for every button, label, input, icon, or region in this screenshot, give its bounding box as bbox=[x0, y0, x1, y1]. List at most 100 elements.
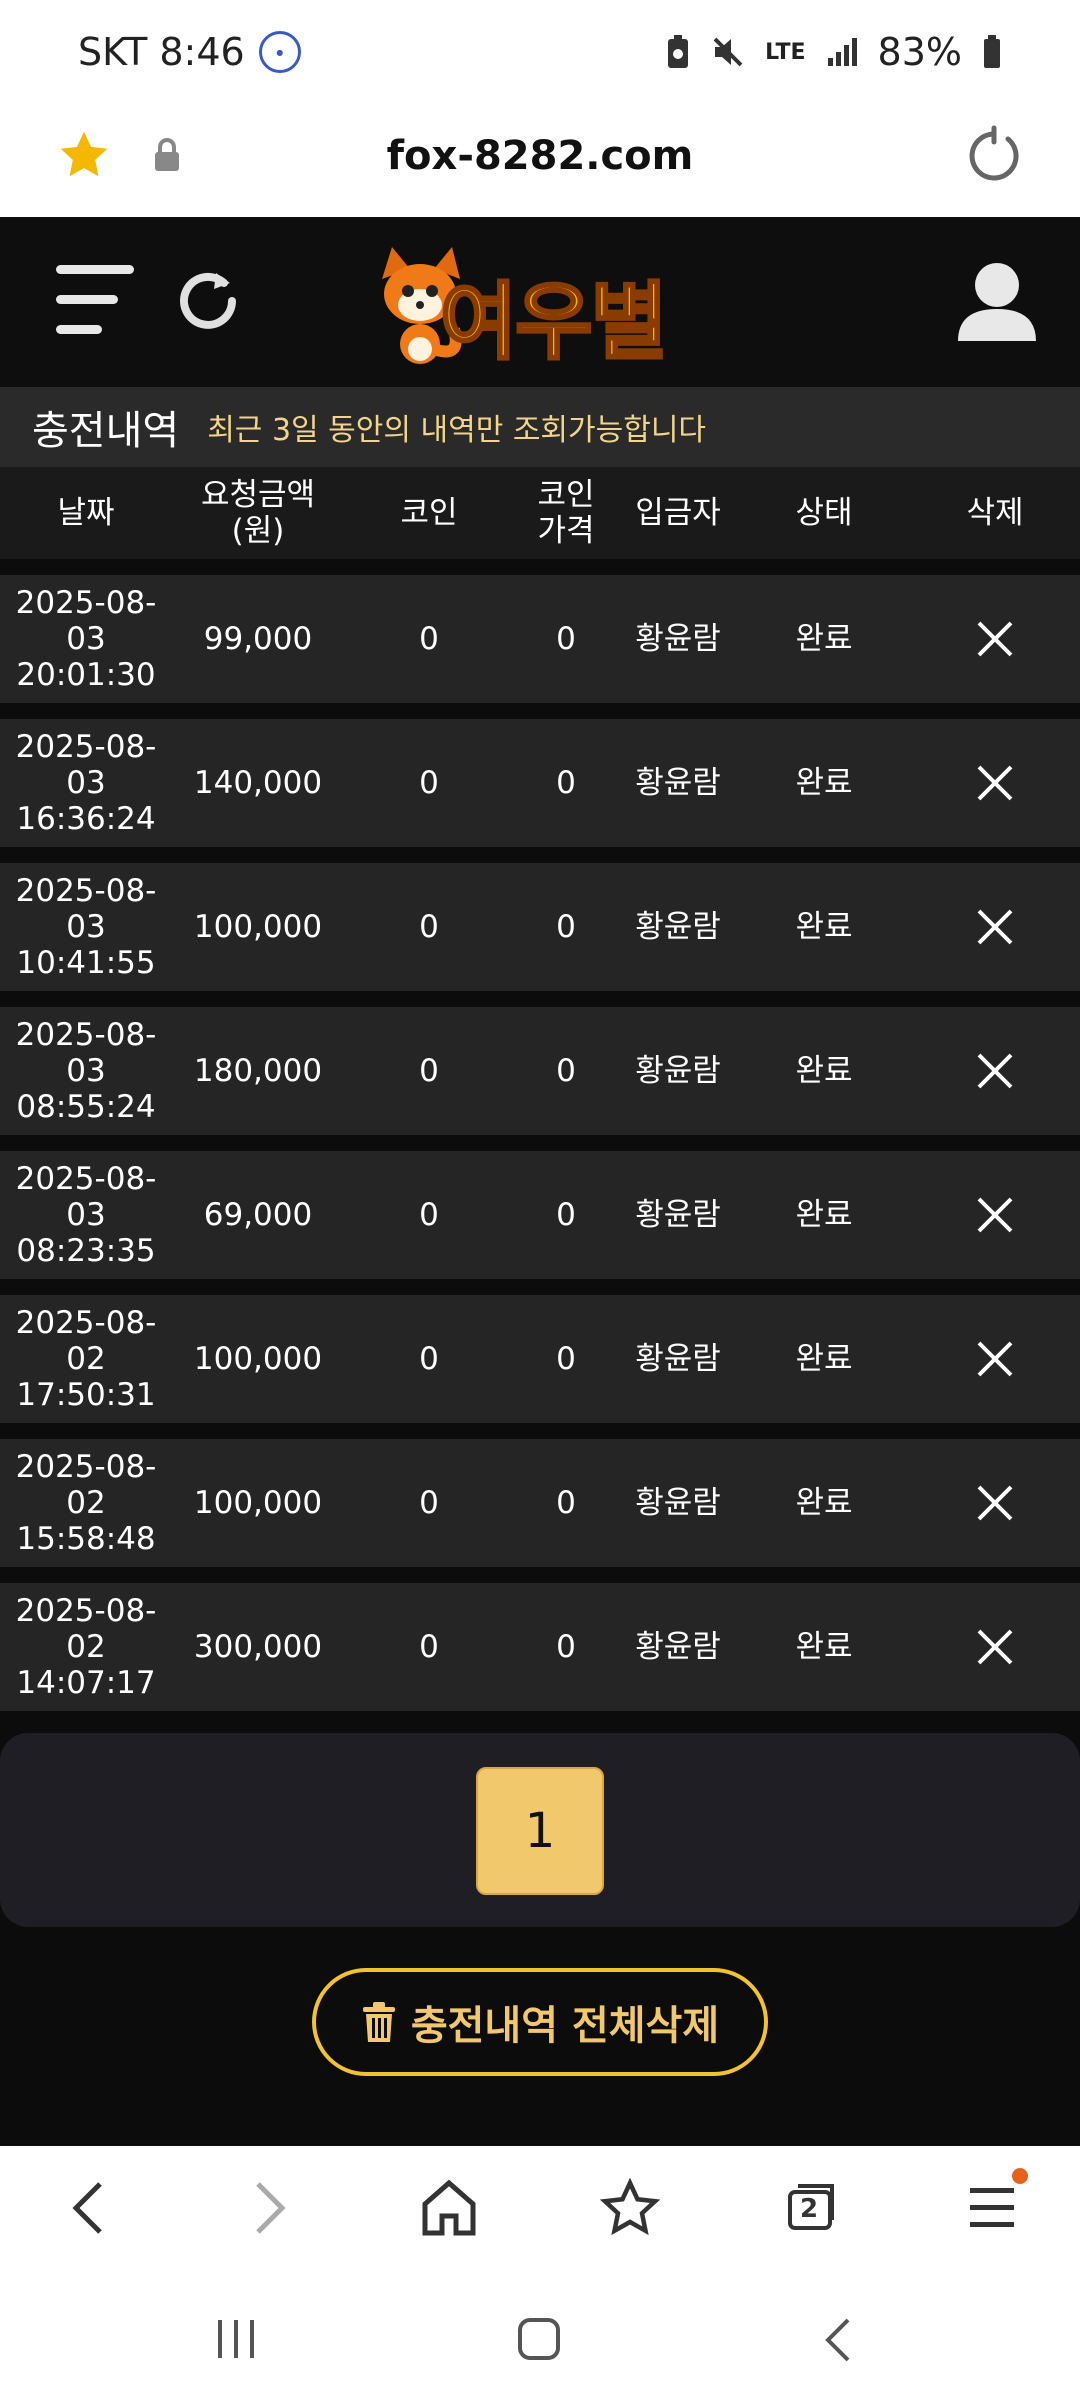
notification-dot bbox=[1012, 2168, 1028, 2184]
amount-cell: 99,000 bbox=[203, 621, 313, 657]
refresh-icon[interactable] bbox=[172, 265, 244, 337]
header-status: 상태 bbox=[795, 495, 853, 531]
amount-cell: 100,000 bbox=[193, 1341, 323, 1377]
amount-cell: 69,000 bbox=[203, 1197, 313, 1233]
section-header: 충전내역 최근 3일 동안의 내역만 조회가능합니다 bbox=[0, 387, 1080, 467]
table-row: 2025-08- 02 15:58:48 100,000 0 0 황윤람 완료 bbox=[0, 1439, 1080, 1567]
table-row: 2025-08- 03 08:23:35 69,000 0 0 황윤람 완료 bbox=[0, 1151, 1080, 1279]
date-cell: 2025-08- 02 17:50:31 bbox=[15, 1305, 157, 1413]
table-row: 2025-08- 03 08:55:24 180,000 0 0 황윤람 완료 bbox=[0, 1007, 1080, 1135]
status-bar: SKT 8:46 ● LTE 83% bbox=[0, 0, 1080, 105]
coin-price-cell: 0 bbox=[556, 1197, 576, 1233]
battery-icon bbox=[984, 35, 1000, 68]
header-amount: 요청금액 (원) bbox=[200, 477, 316, 549]
depositor-cell: 황윤람 bbox=[635, 1053, 721, 1089]
notification-badge-icon: ● bbox=[258, 31, 301, 73]
amount-cell: 100,000 bbox=[193, 1485, 323, 1521]
home-nav-icon[interactable] bbox=[516, 2316, 562, 2362]
coin-cell: 0 bbox=[419, 621, 439, 657]
table-row: 2025-08- 02 14:07:17 300,000 0 0 황윤람 완료 bbox=[0, 1583, 1080, 1711]
page-title: 충전내역 bbox=[32, 408, 180, 454]
reload-icon[interactable] bbox=[964, 125, 1024, 185]
header-coin-price: 코인 가격 bbox=[537, 477, 595, 549]
status-cell: 완료 bbox=[795, 621, 853, 657]
header-date: 날짜 bbox=[57, 495, 115, 531]
mute-icon bbox=[713, 37, 743, 67]
status-cell: 완료 bbox=[795, 1197, 853, 1233]
browser-menu-icon[interactable] bbox=[968, 2168, 1028, 2242]
coin-price-cell: 0 bbox=[556, 1485, 576, 1521]
status-cell: 완료 bbox=[795, 1485, 853, 1521]
amount-cell: 300,000 bbox=[193, 1629, 323, 1665]
amount-cell: 180,000 bbox=[193, 1053, 323, 1089]
trash-icon bbox=[362, 2002, 395, 2042]
forward-icon[interactable] bbox=[250, 2178, 290, 2238]
table-row: 2025-08- 02 17:50:31 100,000 0 0 황윤람 완료 bbox=[0, 1295, 1080, 1423]
home-icon[interactable] bbox=[420, 2178, 478, 2238]
table-row: 2025-08- 03 10:41:55 100,000 0 0 황윤람 완료 bbox=[0, 863, 1080, 991]
depositor-cell: 황윤람 bbox=[635, 909, 721, 945]
table-row: 2025-08- 03 16:36:24 140,000 0 0 황윤람 완료 bbox=[0, 719, 1080, 847]
coin-cell: 0 bbox=[419, 1629, 439, 1665]
browser-url-bar: fox-8282.com bbox=[0, 105, 1080, 217]
status-cell: 완료 bbox=[795, 1341, 853, 1377]
header-delete: 삭제 bbox=[966, 495, 1024, 531]
site-header: 여우별 bbox=[0, 217, 1080, 387]
status-cell: 완료 bbox=[795, 765, 853, 801]
close-icon[interactable] bbox=[910, 1151, 1080, 1279]
coin-price-cell: 0 bbox=[556, 909, 576, 945]
close-icon[interactable] bbox=[910, 863, 1080, 991]
pagination: 1 bbox=[0, 1733, 1080, 1927]
battery-saver-icon bbox=[668, 35, 689, 68]
delete-all-label: 충전내역 전체삭제 bbox=[410, 2003, 720, 2049]
menu-icon[interactable] bbox=[56, 265, 136, 337]
tabs-count: 2 bbox=[800, 2194, 819, 2224]
coin-cell: 0 bbox=[419, 765, 439, 801]
close-icon[interactable] bbox=[910, 719, 1080, 847]
coin-cell: 0 bbox=[419, 1485, 439, 1521]
carrier-time: SKT 8:46 bbox=[78, 30, 245, 74]
close-icon[interactable] bbox=[910, 1295, 1080, 1423]
depositor-cell: 황윤람 bbox=[635, 1485, 721, 1521]
coin-price-cell: 0 bbox=[556, 1053, 576, 1089]
coin-price-cell: 0 bbox=[556, 621, 576, 657]
coin-cell: 0 bbox=[419, 1053, 439, 1089]
status-cell: 완료 bbox=[795, 1053, 853, 1089]
user-icon[interactable] bbox=[956, 259, 1038, 343]
tabs-icon[interactable]: 2 bbox=[780, 2178, 840, 2238]
date-cell: 2025-08- 02 15:58:48 bbox=[15, 1449, 157, 1557]
delete-all-button[interactable]: 충전내역 전체삭제 bbox=[312, 1968, 768, 2076]
notice-text: 최근 3일 동안의 내역만 조회가능합니다 bbox=[207, 413, 707, 448]
date-cell: 2025-08- 03 20:01:30 bbox=[15, 585, 157, 693]
battery-percent: 83% bbox=[877, 30, 962, 74]
close-icon[interactable] bbox=[910, 575, 1080, 703]
close-icon[interactable] bbox=[910, 1583, 1080, 1711]
status-cell: 완료 bbox=[795, 909, 853, 945]
site-logo-text: 여우별 bbox=[439, 272, 670, 373]
bookmarks-icon[interactable] bbox=[600, 2178, 660, 2238]
amount-cell: 140,000 bbox=[193, 765, 323, 801]
signal-icon bbox=[827, 38, 857, 66]
page-button[interactable]: 1 bbox=[476, 1767, 604, 1895]
table-header: 날짜 요청금액 (원) 코인 코인 가격 입금자 상태 삭제 bbox=[0, 467, 1080, 559]
date-cell: 2025-08- 03 10:41:55 bbox=[15, 873, 157, 981]
recent-apps-icon[interactable] bbox=[214, 2318, 258, 2360]
coin-cell: 0 bbox=[419, 1341, 439, 1377]
close-icon[interactable] bbox=[910, 1439, 1080, 1567]
amount-cell: 100,000 bbox=[193, 909, 323, 945]
system-nav-bar bbox=[0, 2276, 1080, 2400]
coin-price-cell: 0 bbox=[556, 1629, 576, 1665]
depositor-cell: 황윤람 bbox=[635, 1197, 721, 1233]
date-cell: 2025-08- 02 14:07:17 bbox=[15, 1593, 157, 1701]
date-cell: 2025-08- 03 16:36:24 bbox=[15, 729, 157, 837]
browser-toolbar: 2 bbox=[0, 2146, 1080, 2276]
network-type: LTE bbox=[765, 39, 806, 65]
table-row: 2025-08- 03 20:01:30 99,000 0 0 황윤람 완료 bbox=[0, 575, 1080, 703]
header-depositor: 입금자 bbox=[635, 495, 721, 531]
url-text[interactable]: fox-8282.com bbox=[0, 133, 1080, 179]
back-nav-icon[interactable] bbox=[822, 2316, 852, 2364]
date-cell: 2025-08- 03 08:23:35 bbox=[15, 1161, 157, 1269]
back-icon[interactable] bbox=[68, 2178, 108, 2238]
close-icon[interactable] bbox=[910, 1007, 1080, 1135]
depositor-cell: 황윤람 bbox=[635, 621, 721, 657]
